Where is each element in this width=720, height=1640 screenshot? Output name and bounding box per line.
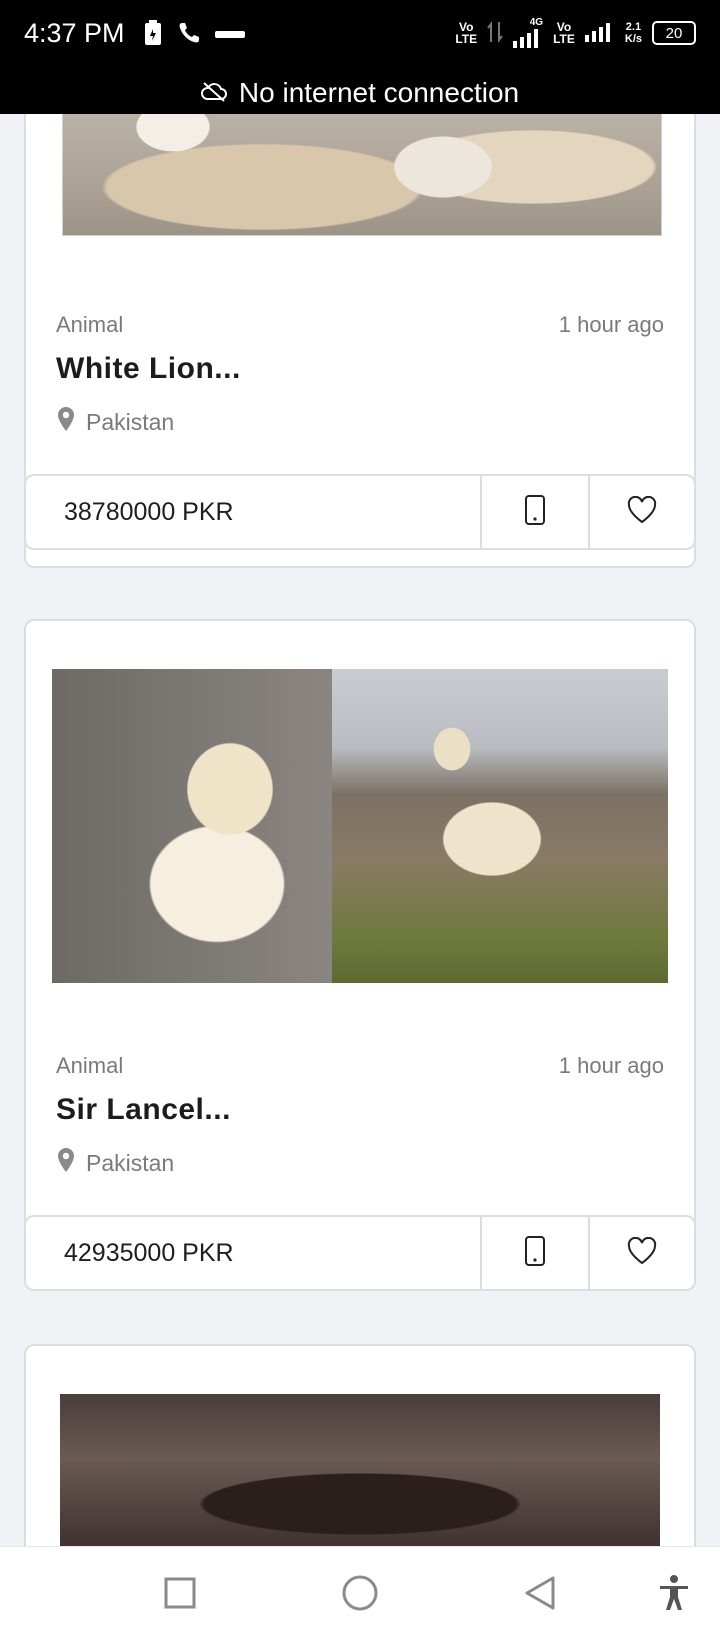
cattle-photo bbox=[60, 1394, 660, 1546]
volte-indicator-2: Vo LTE bbox=[553, 20, 575, 46]
home-icon bbox=[341, 1574, 379, 1617]
heart-icon bbox=[627, 495, 657, 529]
listing-card[interactable] bbox=[24, 1344, 696, 1546]
listing-title[interactable]: White Lion... bbox=[56, 352, 241, 386]
listing-card[interactable]: Animal 1 hour ago White Lion... Pakistan… bbox=[24, 114, 696, 568]
listing-price: 38780000 PKR bbox=[64, 497, 234, 526]
favorite-button[interactable] bbox=[588, 476, 694, 548]
cloud-off-icon bbox=[200, 77, 227, 109]
network-4g-label: 4G bbox=[529, 17, 544, 28]
signal-icon bbox=[584, 22, 615, 45]
minus-icon bbox=[215, 27, 245, 45]
phone-call-icon bbox=[177, 21, 201, 50]
listing-action-bar: 42935000 PKR bbox=[24, 1215, 696, 1291]
status-left-icons bbox=[143, 20, 245, 51]
listing-image[interactable] bbox=[52, 669, 668, 983]
system-navigation-bar bbox=[0, 1546, 720, 1640]
status-indicators: Vo LTE 4G Vo LTE 2.1 K/s 20 bbox=[455, 18, 696, 48]
recent-apps-icon bbox=[163, 1576, 197, 1615]
volte-indicator-1: Vo LTE bbox=[455, 20, 478, 46]
call-button[interactable] bbox=[480, 476, 588, 548]
back-button[interactable] bbox=[518, 1573, 562, 1617]
battery-saver-icon bbox=[143, 20, 163, 51]
offline-banner-text: No internet connection bbox=[238, 77, 520, 108]
listing-time: 1 hour ago bbox=[558, 1053, 664, 1078]
back-icon bbox=[523, 1575, 557, 1616]
home-button[interactable] bbox=[338, 1573, 382, 1617]
listings-feed[interactable]: Animal 1 hour ago White Lion... Pakistan… bbox=[0, 114, 720, 1546]
favorite-button[interactable] bbox=[588, 1217, 694, 1289]
accessibility-button[interactable] bbox=[652, 1573, 696, 1617]
listing-action-bar: 38780000 PKR bbox=[24, 474, 696, 550]
white-lion-photo bbox=[63, 114, 661, 235]
listing-location: Pakistan bbox=[56, 1147, 174, 1179]
listing-time: 1 hour ago bbox=[558, 312, 664, 337]
listing-meta: Animal 1 hour ago bbox=[56, 312, 664, 338]
location-pin-icon bbox=[56, 406, 76, 438]
status-time: 4:37 PM bbox=[24, 18, 125, 48]
network-speed: 2.1 K/s bbox=[624, 21, 642, 45]
offline-banner: No internet connection bbox=[0, 72, 720, 114]
call-button[interactable] bbox=[480, 1217, 588, 1289]
mobile-phone-icon bbox=[524, 1235, 546, 1271]
listing-category: Animal bbox=[56, 312, 124, 337]
listing-image[interactable] bbox=[60, 1394, 660, 1546]
accessibility-icon bbox=[657, 1574, 691, 1617]
listing-image[interactable] bbox=[62, 114, 662, 236]
heart-icon bbox=[627, 1236, 657, 1270]
location-pin-icon bbox=[56, 1147, 76, 1179]
listing-category: Animal bbox=[56, 1053, 124, 1078]
dog-photo bbox=[332, 669, 668, 983]
signal-4g-icon: 4G bbox=[513, 18, 543, 48]
data-arrows-icon bbox=[487, 20, 503, 47]
listing-image-collage bbox=[52, 669, 668, 983]
listing-location-text: Pakistan bbox=[86, 1149, 175, 1176]
status-bar: 4:37 PM Vo LTE 4G Vo LTE 2.1 K/s 20 bbox=[0, 0, 720, 72]
listing-price: 42935000 PKR bbox=[64, 1238, 234, 1267]
listing-title[interactable]: Sir Lancel... bbox=[56, 1093, 231, 1127]
recent-apps-button[interactable] bbox=[158, 1573, 202, 1617]
listing-location: Pakistan bbox=[56, 406, 174, 438]
mobile-phone-icon bbox=[524, 494, 546, 530]
listing-card[interactable]: Animal 1 hour ago Sir Lancel... Pakistan… bbox=[24, 619, 696, 1291]
puppy-photo bbox=[52, 669, 332, 983]
listing-meta: Animal 1 hour ago bbox=[56, 1053, 664, 1079]
battery-indicator: 20 bbox=[652, 21, 696, 45]
listing-location-text: Pakistan bbox=[86, 408, 175, 435]
